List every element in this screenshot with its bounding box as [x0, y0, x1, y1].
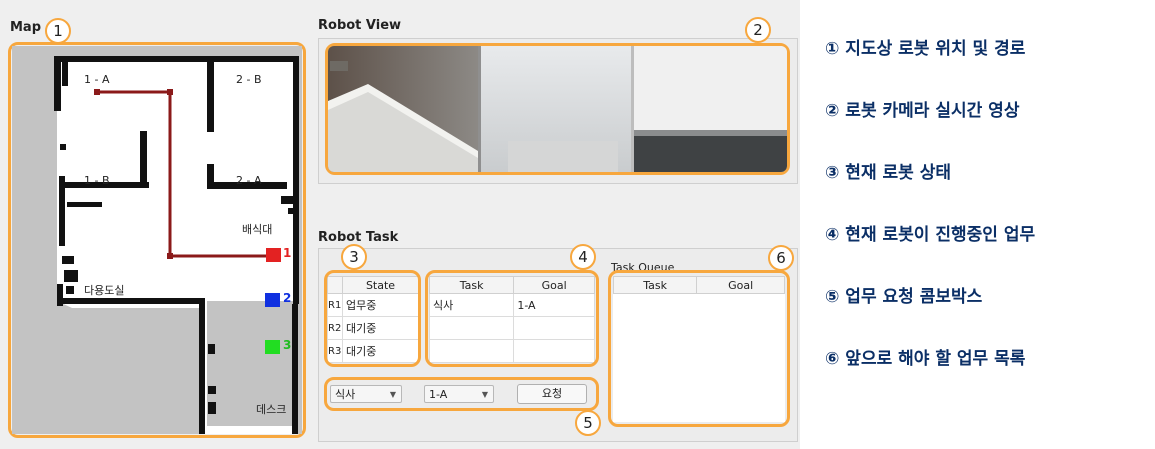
marker-3: 3 [341, 244, 367, 270]
robot-1-marker [266, 248, 281, 262]
task-highlight [425, 270, 599, 367]
legend-item: ③ 현재 로봇 상태 [825, 163, 951, 183]
legend-item: ① 지도상 로봇 위치 및 경로 [825, 39, 1026, 59]
landmark-label: 데스크 [256, 403, 287, 416]
robot-3-marker [265, 340, 280, 354]
camera-feed [328, 46, 787, 172]
room-label: 2 - A [236, 174, 262, 187]
chevron-down-icon: ▼ [481, 390, 488, 399]
state-highlight [324, 270, 421, 367]
robot-task-title: Robot Task [318, 230, 399, 245]
goal-combobox[interactable]: 1-A ▼ [424, 385, 494, 403]
marker-5: 5 [575, 410, 601, 436]
legend-item: ⑥ 앞으로 해야 할 업무 목록 [825, 349, 1026, 369]
landmark-label: 다용도실 [84, 284, 125, 297]
chevron-down-icon: ▼ [389, 390, 396, 399]
robot-1-label: 1 [283, 246, 292, 260]
marker-4: 4 [570, 244, 596, 270]
room-label: 2 - B [236, 73, 262, 86]
legend-item: ② 로봇 카메라 실시간 영상 [825, 101, 1020, 121]
request-button[interactable]: 요청 [517, 384, 587, 404]
room-label: 1 - A [84, 73, 110, 86]
queue-highlight [608, 270, 790, 427]
legend-item: ④ 현재 로봇이 진행중인 업무 [825, 225, 1036, 245]
legend: ① 지도상 로봇 위치 및 경로 ② 로봇 카메라 실시간 영상 ③ 현재 로봇… [825, 34, 1145, 406]
map-canvas [54, 56, 299, 434]
camera-image [328, 46, 787, 172]
task-combobox[interactable]: 식사 ▼ [330, 385, 402, 403]
marker-6: 6 [768, 245, 794, 271]
landmark-label: 배식대 [242, 223, 273, 236]
robot-2-marker [265, 293, 280, 307]
marker-1: 1 [45, 18, 71, 44]
map-view[interactable]: 1 - A 2 - B 1 - B 2 - A 배식대 다용도실 데스크 1 2… [12, 46, 302, 434]
robot-view-title: Robot View [318, 18, 402, 33]
robot-2-label: 2 [283, 291, 292, 305]
task-combobox-value: 식사 [335, 388, 356, 401]
room-label: 1 - B [84, 174, 110, 187]
goal-combobox-value: 1-A [429, 388, 448, 401]
legend-item: ⑤ 업무 요청 콤보박스 [825, 287, 983, 307]
map-title: Map [10, 20, 42, 35]
marker-2: 2 [745, 17, 771, 43]
robot-3-label: 3 [283, 338, 292, 352]
app-window: Map 1 - A 2 - B 1 - B 2 - A 배식대 다용도실 데스크… [0, 0, 800, 449]
